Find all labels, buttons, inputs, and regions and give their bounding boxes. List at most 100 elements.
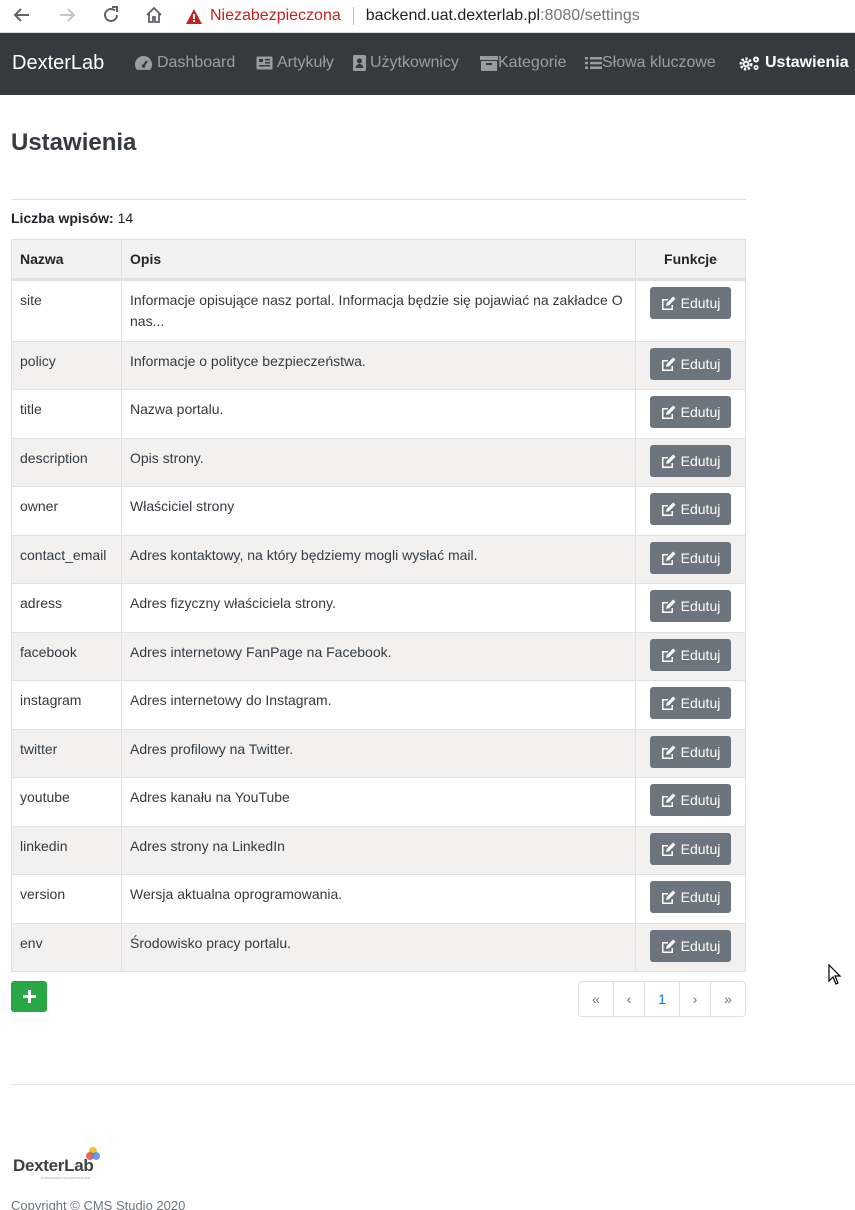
functions-cell: Edutuj [635,486,746,536]
url-text[interactable]: backend.uat.dexterlab.pl:8080/settings [366,7,640,25]
page-title: Ustawienia [11,129,137,156]
entries-count: Liczba wpisów: 14 [11,210,133,226]
back-icon[interactable] [11,4,33,26]
setting-name-cell: owner [11,486,122,536]
setting-name-cell: adress [11,583,122,633]
setting-description-cell: Nazwa portalu. [121,389,636,439]
browser-address-bar: Niezabezpieczona backend.uat.dexterlab.p… [0,0,855,33]
pagination-first[interactable]: « [578,981,614,1017]
functions-cell: Edutuj [635,632,746,681]
settings-table: Nazwa Opis Funkcje site Informacje opisuj… [11,239,746,972]
functions-cell: Edutuj [635,341,746,390]
column-header-functions: Funkcje [635,239,746,281]
forward-icon[interactable] [56,4,78,26]
nav-item-settings[interactable]: Ustawienia [739,54,849,72]
entries-count-label: Liczba wpisów: [11,210,114,226]
column-header-description[interactable]: Opis [121,239,636,281]
table-header-row: Nazwa Opis Funkcje [11,239,746,281]
edit-button-label: Edutuj [680,694,721,711]
setting-name-cell: env [11,923,122,972]
edit-icon [661,405,676,419]
edit-icon [661,551,676,565]
functions-cell: Edutuj [635,389,746,439]
tachometer-icon [135,55,153,70]
navbar-brand[interactable]: DexterLab [12,52,104,75]
security-label[interactable]: Niezabezpieczona [210,7,341,25]
archive-icon [480,55,498,71]
reload-icon[interactable] [100,4,122,26]
footer-logo-subtitle: ROZWIĄZANIA TECHNOLOGICZNE [41,1176,91,1180]
setting-description-cell: Adres strony na LinkedIn [121,826,636,875]
setting-description-cell: Adres internetowy FanPage na Facebook. [121,632,636,681]
table-row: contact_email Adres kontaktowy, na który … [11,535,746,584]
pagination-last[interactable]: » [710,981,746,1017]
edit-icon [661,296,676,310]
edit-button[interactable]: Edutuj [650,445,731,477]
table-row: env Środowisko pracy portalu. Edutuj [11,923,746,972]
edit-button[interactable]: Edutuj [650,493,731,525]
edit-button-label: Edutuj [680,743,721,760]
nav-item-categories[interactable]: Kategorie [480,54,567,72]
footer-logo: DexterLab ROZWIĄZANIA TECHNOLOGICZNE [13,1146,103,1180]
nav-item-users[interactable]: Użytkownicy [353,54,459,72]
table-row: site Informacje opisujące nasz portal. In… [11,279,746,342]
functions-cell: Edutuj [635,729,746,778]
edit-button[interactable]: Edutuj [650,881,731,913]
add-setting-button[interactable] [11,981,47,1012]
edit-icon [661,745,676,759]
edit-button[interactable]: Edutuj [650,833,731,865]
edit-icon [661,599,676,613]
url-separator [352,7,354,25]
table-row: policy Informacje o polityce bezpieczeńst… [11,341,746,390]
edit-button[interactable]: Edutuj [650,287,731,319]
table-row: facebook Adres internetowy FanPage na Fac… [11,632,746,681]
pagination-page-1[interactable]: 1 [644,981,680,1017]
nav-item-dashboard[interactable]: Dashboard [134,54,235,72]
url-field[interactable]: Niezabezpieczona backend.uat.dexterlab.p… [186,0,640,32]
table-row: youtube Adres kanału na YouTube Edutuj [11,777,746,827]
newspaper-icon [256,56,273,70]
nav-label-dashboard: Dashboard [157,54,236,71]
functions-cell: Edutuj [635,680,746,730]
pagination-next[interactable]: › [679,981,711,1017]
functions-cell: Edutuj [635,923,746,972]
setting-name-cell: twitter [11,729,122,778]
table-row: title Nazwa portalu. Edutuj [11,389,746,439]
edit-button[interactable]: Edutuj [650,930,731,962]
nav-item-keywords[interactable]: Słowa kluczowe [585,54,716,72]
home-icon[interactable] [143,4,165,26]
pagination-prev[interactable]: ‹ [613,981,645,1017]
functions-cell: Edutuj [635,438,746,487]
edit-button[interactable]: Edutuj [650,542,731,574]
edit-button[interactable]: Edutuj [650,396,731,428]
setting-name-cell: title [11,389,122,439]
table-row: adress Adres fizyczny właściciela strony.… [11,583,746,633]
entries-count-value: 14 [117,210,134,226]
edit-button[interactable]: Edutuj [650,736,731,768]
edit-button-label: Edutuj [680,403,721,420]
header-divider [11,199,746,200]
footer-divider [11,1084,855,1085]
edit-icon [661,696,676,710]
edit-button[interactable]: Edutuj [650,348,731,380]
table-row: description Opis strony. Edutuj [11,438,746,487]
setting-description-cell: Właściciel strony [121,486,636,536]
edit-button-label: Edutuj [680,888,721,905]
setting-name-cell: version [11,874,122,924]
functions-cell: Edutuj [635,826,746,875]
edit-icon [661,502,676,516]
top-navbar: DexterLab Dashboard Artykuły Użytkownicy… [0,33,855,95]
edit-icon [661,793,676,807]
nav-item-articles[interactable]: Artykuły [256,54,334,72]
table-row: twitter Adres profilowy na Twitter. Edutuj [11,729,746,778]
edit-button[interactable]: Edutuj [650,784,731,816]
setting-description-cell: Adres internetowy do Instagram. [121,680,636,730]
column-header-name[interactable]: Nazwa [11,239,122,281]
edit-button[interactable]: Edutuj [650,687,731,719]
edit-button[interactable]: Edutuj [650,590,731,622]
edit-button-label: Edutuj [680,355,721,372]
setting-name-cell: youtube [11,777,122,827]
setting-description-cell: Adres kanału na YouTube [121,777,636,827]
edit-button[interactable]: Edutuj [650,639,731,671]
functions-cell: Edutuj [635,874,746,924]
